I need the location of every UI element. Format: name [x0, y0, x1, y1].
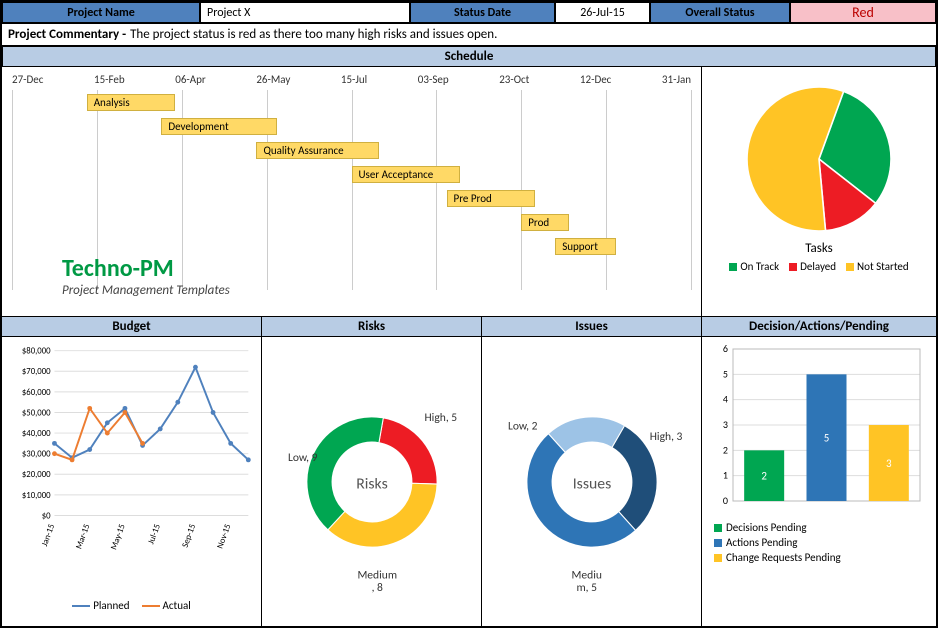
status-date-value: 26-Jul-15	[555, 2, 650, 23]
risks-title: Risks	[262, 317, 481, 337]
tasks-pie-title: Tasks	[805, 241, 833, 256]
project-name-label: Project Name	[2, 2, 200, 23]
commentary: Project Commentary - The project status …	[2, 24, 936, 46]
legend-delayed: Delayed	[800, 260, 836, 273]
risks-donut: Risks High, 5 Medium, 8 Low, 9	[267, 352, 477, 612]
svg-text:0: 0	[723, 494, 728, 507]
svg-text:5: 5	[824, 432, 830, 445]
gantt-bar-prod: Prod	[521, 214, 569, 231]
svg-text:$80,000: $80,000	[22, 347, 51, 357]
schedule-row: 27-Dec15-Feb06-Apr26-May15-Jul03-Sep23-O…	[2, 67, 936, 317]
svg-text:Jan-15: Jan-15	[40, 523, 57, 548]
legend-actions: Actions Pending	[726, 536, 798, 549]
legend-planned: Planned	[93, 599, 129, 612]
dap-chart: 0 1 2 3 4 5 6 2 5 3	[706, 341, 930, 511]
overall-status-label: Overall Status	[650, 2, 790, 23]
project-name-value: Project X	[200, 2, 410, 23]
tasks-legend: On Track Delayed Not Started	[729, 260, 908, 273]
svg-text:6: 6	[723, 342, 728, 355]
legend-not-started: Not Started	[857, 260, 909, 273]
issues-panel: Issues Issues High, 3 Medium, 5 Low, 2	[482, 317, 702, 627]
svg-text:1: 1	[723, 469, 728, 482]
svg-text:2: 2	[723, 443, 728, 456]
svg-text:$50,000: $50,000	[22, 408, 51, 418]
issues-donut: Issues High, 3 Medium, 5 Low, 2	[487, 352, 697, 612]
svg-text:Sep-15: Sep-15	[181, 523, 199, 549]
gantt-bar-development: Development	[161, 118, 276, 135]
svg-text:May-15: May-15	[109, 523, 128, 552]
schedule-title: Schedule	[2, 46, 936, 67]
svg-text:$60,000: $60,000	[22, 388, 51, 398]
svg-text:3: 3	[886, 457, 892, 470]
gantt-bar-pre-prod: Pre Prod	[447, 190, 535, 207]
bottom-row: Budget $0 $10,000 $20,000 $30,000 $40,000 $50…	[2, 317, 936, 627]
risks-center-label: Risks	[356, 474, 387, 493]
commentary-text: The project status is red as there too m…	[130, 27, 497, 42]
gantt-bar-quality-assurance: Quality Assurance	[256, 142, 378, 159]
gantt-bar-analysis: Analysis	[87, 94, 175, 111]
gantt-bar-user-acceptance: User Acceptance	[352, 166, 461, 183]
risks-high-label: High, 5	[424, 411, 457, 425]
svg-text:$70,000: $70,000	[22, 367, 51, 377]
issues-center-label: Issues	[572, 474, 611, 493]
risks-low-label: Low, 9	[288, 451, 318, 465]
risks-medium-label: Medium, 8	[357, 569, 397, 596]
watermark-title: Techno-PM	[62, 254, 230, 283]
dap-title: Decision/Actions/Pending	[702, 317, 936, 337]
svg-text:5: 5	[723, 367, 728, 380]
tasks-pie-panel: Tasks On Track Delayed Not Started	[702, 67, 936, 316]
svg-text:$30,000: $30,000	[22, 450, 51, 460]
status-date-label: Status Date	[410, 2, 555, 23]
budget-chart: $0 $10,000 $20,000 $30,000 $40,000 $50,000 $60…	[6, 341, 258, 593]
issues-title: Issues	[482, 317, 701, 337]
dashboard: Project Name Project X Status Date 26-Ju…	[0, 0, 938, 628]
issues-high-label: High, 3	[649, 430, 682, 444]
svg-text:$20,000: $20,000	[22, 470, 51, 480]
svg-text:$0: $0	[42, 511, 51, 521]
svg-text:2: 2	[761, 470, 767, 483]
watermark: Techno-PM Project Management Templates	[62, 254, 230, 298]
svg-text:4: 4	[723, 393, 728, 406]
header-row: Project Name Project X Status Date 26-Ju…	[2, 2, 936, 24]
legend-actual: Actual	[163, 599, 191, 612]
risks-panel: Risks Risks High, 5 Medium, 8 Low, 9	[262, 317, 482, 627]
budget-panel: Budget $0 $10,000 $20,000 $30,000 $40,000 $50…	[2, 317, 262, 627]
budget-legend: Planned Actual	[6, 599, 257, 612]
watermark-subtitle: Project Management Templates	[62, 283, 230, 298]
issues-medium-label: Medium, 5	[571, 569, 601, 596]
legend-change: Change Requests Pending	[726, 551, 841, 564]
tasks-pie-chart	[729, 79, 909, 239]
issues-low-label: Low, 2	[508, 420, 538, 434]
svg-text:Jul-15: Jul-15	[146, 523, 163, 546]
legend-decisions: Decisions Pending	[726, 521, 807, 534]
svg-text:Nov-15: Nov-15	[215, 523, 233, 550]
commentary-label: Project Commentary -	[8, 27, 126, 42]
dap-panel: Decision/Actions/Pending 0 1 2 3 4 5 6 2 5 3 Deci…	[702, 317, 936, 627]
dap-legend: Decisions Pending Actions Pending Change…	[706, 515, 932, 570]
legend-on-track: On Track	[740, 260, 779, 273]
gantt-bar-support: Support	[555, 238, 616, 255]
svg-text:3: 3	[723, 418, 728, 431]
svg-text:$10,000: $10,000	[22, 491, 51, 501]
gantt-chart: 27-Dec15-Feb06-Apr26-May15-Jul03-Sep23-O…	[2, 67, 702, 316]
budget-title: Budget	[2, 317, 261, 337]
svg-text:Mar-15: Mar-15	[74, 523, 92, 551]
svg-text:$40,000: $40,000	[22, 429, 51, 439]
overall-status-value: Red	[790, 2, 936, 23]
